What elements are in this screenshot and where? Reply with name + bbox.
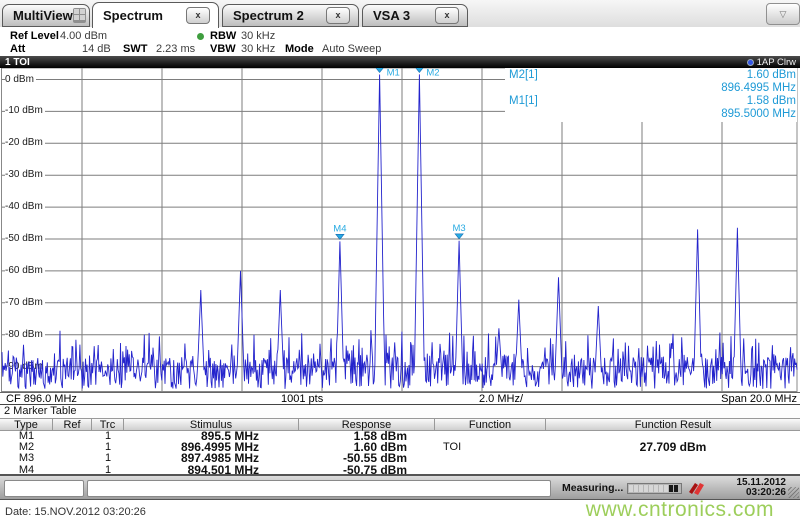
swt-value[interactable]: 2.23 ms [156, 43, 195, 55]
table-cell [53, 453, 92, 464]
marker-readout-label: M2[1] [509, 69, 538, 81]
trace-color-dot [746, 58, 754, 66]
measuring-label: Measuring... [562, 482, 624, 494]
tab-spectrum-2[interactable]: Spectrum 2 x [222, 4, 359, 27]
table-cell [435, 465, 546, 476]
table-cell: 1 [104, 463, 112, 476]
marker-readout: M2[1] 1.60 dBm 896.4995 MHz M1[1] 1.58 dBm 89… [505, 69, 796, 121]
table-cell: 27.709 dBm [639, 440, 707, 455]
tab-bar: MultiView Spectrum x Spectrum 2 x VSA 3 x [0, 0, 800, 29]
marker-readout-label: M1[1] [509, 95, 538, 107]
tab-overflow-button[interactable]: ▽ [766, 3, 800, 25]
tab-vsa-3[interactable]: VSA 3 x [362, 4, 468, 27]
grid-icon [72, 8, 86, 23]
tab-label: MultiView [13, 8, 73, 23]
watermark: www.cntronics.com [585, 498, 774, 521]
status-bar: Measuring... 15.11.2012 03:20:26 [0, 476, 800, 500]
rbw-value[interactable]: 30 kHz [241, 30, 275, 42]
marker-m1[interactable] [375, 68, 384, 74]
trace-label: 1AP Clrw [756, 56, 796, 68]
tab-label: Spectrum [103, 8, 163, 23]
mode-label[interactable]: Mode [285, 43, 314, 55]
status-message-field[interactable] [87, 480, 551, 497]
axis-bar: CF 896.0 MHz 1001 pts 2.0 MHz/ Span 20.0… [0, 392, 800, 405]
column-header: Ref [53, 419, 92, 431]
marker-m2[interactable] [415, 68, 424, 73]
table-cell: 1 [104, 452, 112, 465]
status-field-left[interactable] [4, 480, 84, 497]
marker-readout-level: 1.58 dBm [746, 95, 796, 107]
att-value[interactable]: 14 dB [82, 43, 111, 55]
center-frequency[interactable]: CF 896.0 MHz [6, 393, 77, 405]
sweep-points[interactable]: 1001 pts [281, 393, 323, 405]
swt-label[interactable]: SWT [123, 43, 147, 55]
marker-table-body: M1 1 895.5 MHz 1.58 dBm M2 1 896.4995 MHz 1.60 … [0, 430, 800, 477]
spectrum-plot[interactable]: 0 dBm -10 dBm -20 dBm -30 dBm -40 dBm -50 dBm… [0, 68, 800, 392]
table-cell [53, 431, 92, 442]
rbw-label[interactable]: RBW [210, 30, 236, 42]
ref-level-label[interactable]: Ref Level [10, 30, 59, 42]
svg-text:M4: M4 [333, 223, 346, 234]
mode-value[interactable]: Auto Sweep [322, 43, 381, 55]
status-time: 03:20:26 [745, 487, 786, 498]
marker-table-title[interactable]: 2 Marker Table [0, 405, 800, 418]
green-status-dot [197, 33, 204, 40]
close-icon[interactable]: x [186, 7, 210, 24]
table-cell [53, 442, 92, 453]
settings-header: Ref Level 4.00 dBm Att 14 dB SWT 2.23 ms… [0, 27, 800, 56]
trace-badge[interactable]: 1AP Clrw [746, 56, 800, 68]
table-cell: M3 [18, 452, 35, 465]
marker-m4[interactable] [335, 234, 345, 240]
table-cell: -50.75 dBm [342, 462, 407, 477]
tab-multiview[interactable]: MultiView [2, 4, 90, 27]
tab-spectrum[interactable]: Spectrum x [92, 2, 219, 28]
analyzer-screen: MultiView Spectrum x Spectrum 2 x VSA 3 x ▽ Re… [0, 0, 800, 525]
ref-level-value[interactable]: 4.00 dBm [60, 30, 107, 42]
table-cell: M4 [18, 463, 35, 476]
marker-m3[interactable] [454, 233, 464, 240]
marker-readout-frequency: 896.4995 MHz [721, 82, 796, 94]
table-row[interactable]: M4 1 894.501 MHz -50.75 dBm [0, 462, 800, 477]
marker-readout-level: 1.60 dBm [746, 69, 796, 81]
table-cell [546, 465, 800, 476]
table-cell [546, 453, 800, 464]
chevron-down-icon: ▽ [779, 8, 787, 19]
table-cell [53, 465, 92, 476]
marker-readout-frequency: 895.5000 MHz [721, 108, 796, 120]
svg-text:M1: M1 [387, 68, 400, 79]
alert-icon [689, 483, 704, 495]
marker-table-window: 2 Marker Table Type Ref Trc Stimulus Respons… [0, 405, 800, 476]
plot-window-title: 1 TOI [5, 56, 30, 68]
tab-label: Spectrum 2 [233, 8, 304, 23]
footer: Date: 15.NOV.2012 03:20:26 www.cntronics… [0, 498, 800, 525]
close-icon[interactable]: x [435, 7, 459, 24]
scale-per-div[interactable]: 2.0 MHz/ [479, 393, 523, 405]
screenshot-date: Date: 15.NOV.2012 03:20:26 [5, 506, 146, 518]
close-icon[interactable]: x [326, 7, 350, 24]
sweep-progress-bar [627, 483, 682, 494]
table-cell: TOI [443, 441, 462, 454]
plot-window-titlebar[interactable]: 1 TOI 1AP Clrw [0, 56, 800, 68]
svg-text:M2: M2 [426, 68, 439, 78]
column-header: Function [435, 419, 546, 431]
table-cell: 894.501 MHz [187, 462, 259, 477]
vbw-value[interactable]: 30 kHz [241, 43, 275, 55]
svg-text:M3: M3 [452, 223, 465, 234]
table-cell [435, 453, 546, 464]
vbw-label[interactable]: VBW [210, 43, 236, 55]
resize-grip[interactable] [788, 487, 799, 498]
clock: 15.11.2012 03:20:26 [737, 478, 787, 498]
column-header: Function Result [634, 419, 712, 431]
att-label[interactable]: Att [10, 43, 25, 55]
tab-label: VSA 3 [373, 8, 411, 23]
span-value[interactable]: Span 20.0 MHz [721, 393, 797, 405]
